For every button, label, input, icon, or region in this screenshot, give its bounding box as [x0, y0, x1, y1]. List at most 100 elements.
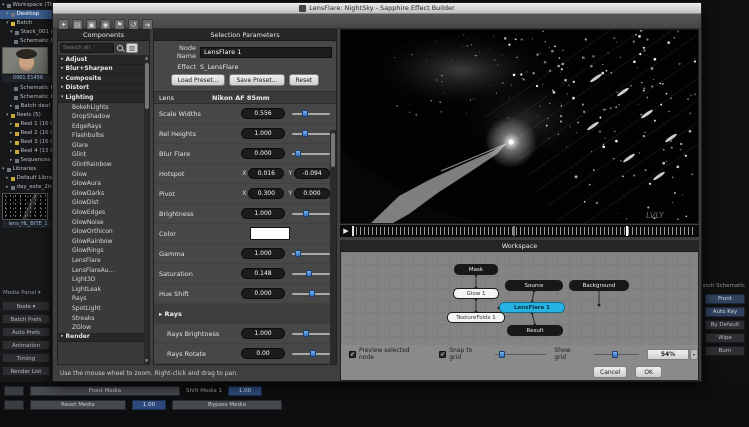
- component-item-spotlight[interactable]: SpotLight: [58, 304, 149, 314]
- param-row-rays[interactable]: ▸ Rays: [154, 304, 336, 324]
- param-x-field[interactable]: 0.300: [248, 188, 284, 199]
- batch-button-batch-prefs[interactable]: Batch Prefs: [2, 314, 50, 324]
- ok-button[interactable]: OK: [635, 366, 662, 378]
- param-slider[interactable]: [292, 249, 330, 258]
- components-group-render[interactable]: ▸Render: [58, 333, 149, 343]
- component-item-lensflareau-[interactable]: LensFlareAu...: [58, 266, 149, 276]
- media-cell[interactable]: [4, 400, 24, 410]
- components-group-lighting[interactable]: ▾Lighting: [58, 93, 149, 103]
- batch-button-timing[interactable]: Timing: [2, 353, 50, 363]
- component-item-glowdarks[interactable]: GlowDarks: [58, 189, 149, 199]
- component-item-glowrings[interactable]: GlowRings: [58, 246, 149, 256]
- graph-node-texturefolds-1[interactable]: TextureFolds 1: [447, 312, 505, 323]
- param-slider[interactable]: [292, 129, 330, 138]
- tree-item[interactable]: ▾Libraries: [0, 165, 56, 174]
- zoom-dropdown[interactable]: 54% ▾: [647, 349, 698, 360]
- component-item-glint[interactable]: Glint: [58, 150, 149, 160]
- components-scrollbar[interactable]: ▲ ▼: [144, 55, 149, 364]
- component-item-glowdist[interactable]: GlowDist: [58, 198, 149, 208]
- component-item-rays[interactable]: Rays: [58, 294, 149, 304]
- component-item-flashbulbs[interactable]: Flashbulbs: [58, 131, 149, 141]
- param-slider[interactable]: [292, 109, 330, 118]
- batch-button-front[interactable]: Front: [705, 294, 745, 304]
- component-item-glowaura[interactable]: GlowAura: [58, 179, 149, 189]
- tree-item[interactable]: Schematic R...: [0, 37, 56, 46]
- new-setup-icon[interactable]: ✦: [58, 19, 69, 30]
- graph-node-background[interactable]: Background: [569, 280, 629, 291]
- param-value-field[interactable]: 1.000: [241, 328, 285, 339]
- node-graph-canvas[interactable]: Mask Glow 1 TextureFolds 1 Source LensFlare …: [341, 252, 698, 345]
- component-item-glowrainbow[interactable]: GlowRainbow: [58, 237, 149, 247]
- batch-button-node-[interactable]: Node ▾: [2, 301, 50, 311]
- reset-button[interactable]: Reset: [289, 74, 320, 86]
- tree-item[interactable]: ▸Reel 2 (16 Clip): [0, 129, 56, 138]
- batch-button-burn[interactable]: Burn: [705, 346, 745, 356]
- batch-button-by-default[interactable]: By Default: [705, 320, 745, 330]
- clip-thumbnail-night[interactable]: [2, 193, 48, 220]
- tree-item[interactable]: ▾Desktop: [0, 10, 56, 19]
- param-value-field[interactable]: 0.148: [241, 268, 285, 279]
- snapshot-icon[interactable]: ◉: [100, 19, 111, 30]
- param-value-field[interactable]: 1.000: [241, 208, 285, 219]
- redo-icon[interactable]: ➜: [142, 19, 153, 30]
- param-slider[interactable]: [292, 149, 330, 158]
- component-item-glowedges[interactable]: GlowEdges: [58, 208, 149, 218]
- graph-node-glow-1[interactable]: Glow 1: [453, 288, 499, 299]
- open-icon[interactable]: ▤: [72, 19, 83, 30]
- graph-node-mask[interactable]: Mask: [454, 264, 498, 275]
- preview-viewport[interactable]: LVLY: [340, 29, 699, 224]
- param-slider[interactable]: [292, 329, 330, 338]
- batch-button-auto-key[interactable]: Auto Key: [705, 307, 745, 317]
- grid-size-slider[interactable]: [495, 350, 546, 359]
- tree-item[interactable]: ▸Reel 3 (16 Clip): [0, 138, 56, 147]
- param-value-field[interactable]: 0.556: [241, 108, 285, 119]
- zoom-slider[interactable]: [594, 350, 639, 359]
- param-slider[interactable]: [292, 269, 330, 278]
- component-item-lensflare[interactable]: LensFlare: [58, 256, 149, 266]
- component-item-lightleak[interactable]: LightLeak: [58, 285, 149, 295]
- tree-item[interactable]: ▸Default Library: [0, 174, 56, 183]
- tree-item[interactable]: Schematic R...: [0, 84, 56, 93]
- media-value-field[interactable]: 1.00: [132, 400, 166, 410]
- undo-icon[interactable]: ↺: [128, 19, 139, 30]
- param-value-field[interactable]: 0.000: [241, 288, 285, 299]
- scroll-down-icon[interactable]: ▼: [144, 358, 149, 364]
- component-item-dropshadow[interactable]: DropShadow: [58, 112, 149, 122]
- component-item-light3d[interactable]: Light3D: [58, 275, 149, 285]
- flag-icon[interactable]: ⚑: [114, 19, 125, 30]
- filter-button[interactable]: ▥: [126, 43, 138, 53]
- param-y-field[interactable]: 0.000: [294, 188, 330, 199]
- parameters-scrollbar[interactable]: [330, 130, 336, 364]
- tree-item[interactable]: ▾Batch: [0, 19, 56, 28]
- media-button-bypass-media[interactable]: Bypass Media: [172, 400, 282, 410]
- tree-item[interactable]: ▾Stack_001 (6): [0, 28, 56, 37]
- batch-button-wipe[interactable]: Wipe: [705, 333, 745, 343]
- param-x-field[interactable]: 0.016: [248, 168, 284, 179]
- tree-item[interactable]: ▸Reel 4 (13 Clip): [0, 147, 56, 156]
- lens-row[interactable]: Lens Nikon AF 85mm: [154, 91, 336, 104]
- scroll-up-icon[interactable]: ▲: [144, 55, 149, 61]
- component-item-gloworthicon[interactable]: GlowOrthicon: [58, 227, 149, 237]
- snap-to-grid-checkbox[interactable]: ✓ Snap to grid: [439, 347, 485, 361]
- media-value-field[interactable]: 1.00: [228, 386, 262, 396]
- play-button[interactable]: ▶: [340, 227, 352, 235]
- graph-node-source[interactable]: Source: [505, 280, 563, 291]
- component-item-glow[interactable]: Glow: [58, 170, 149, 180]
- search-input[interactable]: [60, 43, 114, 53]
- batch-button-auto-prefs[interactable]: Auto Prefs: [2, 327, 50, 337]
- param-slider[interactable]: [292, 209, 330, 218]
- cancel-button[interactable]: Cancel: [593, 366, 627, 378]
- preview-selected-node-checkbox[interactable]: ✓ Preview selected node: [349, 347, 425, 361]
- tree-item[interactable]: ▸Sequences (4): [0, 156, 56, 165]
- param-slider[interactable]: [292, 349, 330, 358]
- save-preset-button[interactable]: Save Preset...: [229, 74, 284, 86]
- graph-node-lensflare-1[interactable]: LensFlare 1: [499, 302, 565, 313]
- media-button-front-media[interactable]: Front Media: [30, 386, 180, 396]
- tree-item[interactable]: ▸Batch deaf (2): [0, 102, 56, 111]
- component-item-streaks[interactable]: Streaks: [58, 314, 149, 324]
- tree-item[interactable]: ▾Workspace (Timel...: [0, 1, 56, 10]
- graph-node-result[interactable]: Result: [507, 325, 563, 336]
- param-y-field[interactable]: -0.094: [294, 168, 330, 179]
- media-cell[interactable]: [4, 386, 24, 396]
- clip-thumbnail-portrait[interactable]: [2, 47, 48, 74]
